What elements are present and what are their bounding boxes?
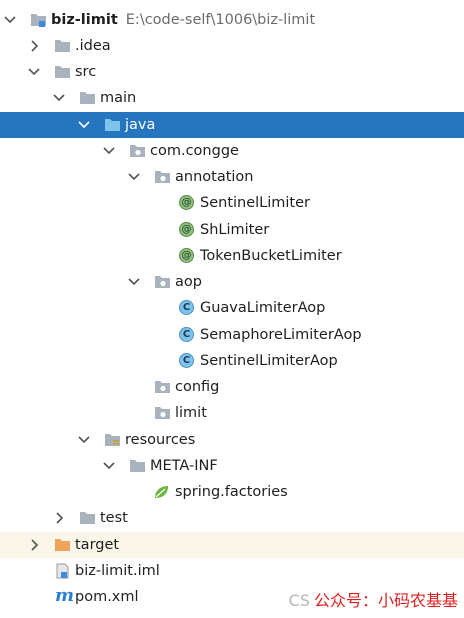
annotation-type-icon: @ bbox=[179, 248, 194, 263]
root-label: biz-limit E:\code-self\1006\biz-limit bbox=[51, 12, 316, 28]
annotation-type-icon: @ bbox=[179, 195, 194, 210]
tree-row-root[interactable]: biz-limit E:\code-self\1006\biz-limit bbox=[0, 7, 464, 33]
class-type-icon: C bbox=[179, 327, 194, 342]
package-icon bbox=[155, 276, 170, 288]
tree-row-annotation[interactable]: annotation bbox=[0, 164, 464, 190]
watermark-csdn: CS bbox=[288, 591, 310, 610]
chevron-down-icon[interactable] bbox=[77, 118, 91, 132]
folder-icon bbox=[130, 460, 145, 472]
chevron-down-icon[interactable] bbox=[102, 144, 116, 158]
tree-row-meta-inf[interactable]: META-INF bbox=[0, 453, 464, 479]
tree-row-idea[interactable]: .idea bbox=[0, 33, 464, 59]
file-label: spring.factories bbox=[175, 484, 288, 500]
package-label: com.congge bbox=[150, 143, 239, 159]
maven-icon: m bbox=[55, 585, 75, 606]
file-label: ShLimiter bbox=[200, 222, 270, 238]
chevron-down-icon[interactable] bbox=[27, 65, 41, 79]
module-file-icon bbox=[56, 563, 69, 579]
tree-row-target[interactable]: target bbox=[0, 532, 464, 558]
chevron-down-icon[interactable] bbox=[127, 275, 141, 289]
tree-row-class-file[interactable]: C SentinelLimiterAop bbox=[0, 348, 464, 374]
file-label: SentinelLimiterAop bbox=[200, 353, 338, 369]
src-label: src bbox=[75, 64, 97, 80]
tree-row-class-file[interactable]: C GuavaLimiterAop bbox=[0, 295, 464, 321]
file-label: TokenBucketLimiter bbox=[200, 248, 342, 264]
test-label: test bbox=[100, 510, 128, 526]
tree-row-main[interactable]: main bbox=[0, 85, 464, 111]
chevron-down-icon[interactable] bbox=[127, 170, 141, 184]
watermark-text: 公众号：小码农基基 bbox=[313, 591, 458, 610]
tree-row-config[interactable]: config bbox=[0, 374, 464, 400]
tree-row-test[interactable]: test bbox=[0, 505, 464, 531]
folder-icon bbox=[55, 66, 70, 78]
annotation-type-icon: @ bbox=[179, 222, 194, 237]
file-label: SemaphoreLimiterAop bbox=[200, 327, 362, 343]
tree-row-src[interactable]: src bbox=[0, 59, 464, 85]
tree-row-annotation-file[interactable]: @ TokenBucketLimiter bbox=[0, 243, 464, 269]
idea-label: .idea bbox=[75, 38, 111, 54]
annotation-label: annotation bbox=[175, 169, 254, 185]
tree-row-iml[interactable]: biz-limit.iml bbox=[0, 558, 464, 584]
chevron-down-icon[interactable] bbox=[52, 91, 66, 105]
file-label: biz-limit.iml bbox=[75, 563, 160, 579]
meta-inf-label: META-INF bbox=[150, 458, 218, 474]
chevron-right-icon[interactable] bbox=[52, 511, 66, 525]
tree-row-package[interactable]: com.congge bbox=[0, 138, 464, 164]
resources-label: resources bbox=[125, 432, 196, 448]
config-label: config bbox=[175, 379, 220, 395]
folder-icon bbox=[80, 512, 95, 524]
package-icon bbox=[155, 171, 170, 183]
main-label: main bbox=[100, 90, 137, 106]
excluded-folder-icon bbox=[55, 539, 70, 551]
resources-folder-icon bbox=[105, 434, 120, 446]
chevron-down-icon[interactable] bbox=[102, 459, 116, 473]
file-label: GuavaLimiterAop bbox=[200, 300, 326, 316]
package-icon bbox=[130, 145, 145, 157]
chevron-right-icon[interactable] bbox=[27, 39, 41, 53]
tree-row-annotation-file[interactable]: @ ShLimiter bbox=[0, 217, 464, 243]
module-folder-icon bbox=[31, 14, 46, 27]
package-icon bbox=[155, 381, 170, 393]
class-type-icon: C bbox=[179, 300, 194, 315]
chevron-down-icon[interactable] bbox=[3, 13, 17, 27]
class-type-icon: C bbox=[179, 353, 194, 368]
limit-label: limit bbox=[175, 405, 207, 421]
tree-row-spring-factories[interactable]: spring.factories bbox=[0, 479, 464, 505]
target-label: target bbox=[75, 537, 120, 553]
file-label: SentinelLimiter bbox=[200, 195, 310, 211]
tree-row-limit[interactable]: limit bbox=[0, 400, 464, 426]
tree-row-resources[interactable]: resources bbox=[0, 427, 464, 453]
file-label: pom.xml bbox=[75, 589, 139, 605]
spring-leaf-icon bbox=[155, 486, 168, 498]
tree-row-annotation-file[interactable]: @ SentinelLimiter bbox=[0, 190, 464, 216]
tree-row-class-file[interactable]: C SemaphoreLimiterAop bbox=[0, 322, 464, 348]
folder-icon bbox=[80, 92, 95, 104]
tree-row-java[interactable]: java bbox=[0, 112, 464, 138]
aop-label: aop bbox=[175, 274, 202, 290]
source-folder-icon bbox=[105, 119, 120, 131]
folder-icon bbox=[55, 40, 70, 52]
tree-row-aop[interactable]: aop bbox=[0, 269, 464, 295]
package-icon bbox=[155, 407, 170, 419]
watermark: CS 公众号：小码农基基 bbox=[289, 587, 458, 611]
java-label: java bbox=[125, 117, 156, 133]
chevron-down-icon[interactable] bbox=[77, 433, 91, 447]
chevron-right-icon[interactable] bbox=[27, 538, 41, 552]
